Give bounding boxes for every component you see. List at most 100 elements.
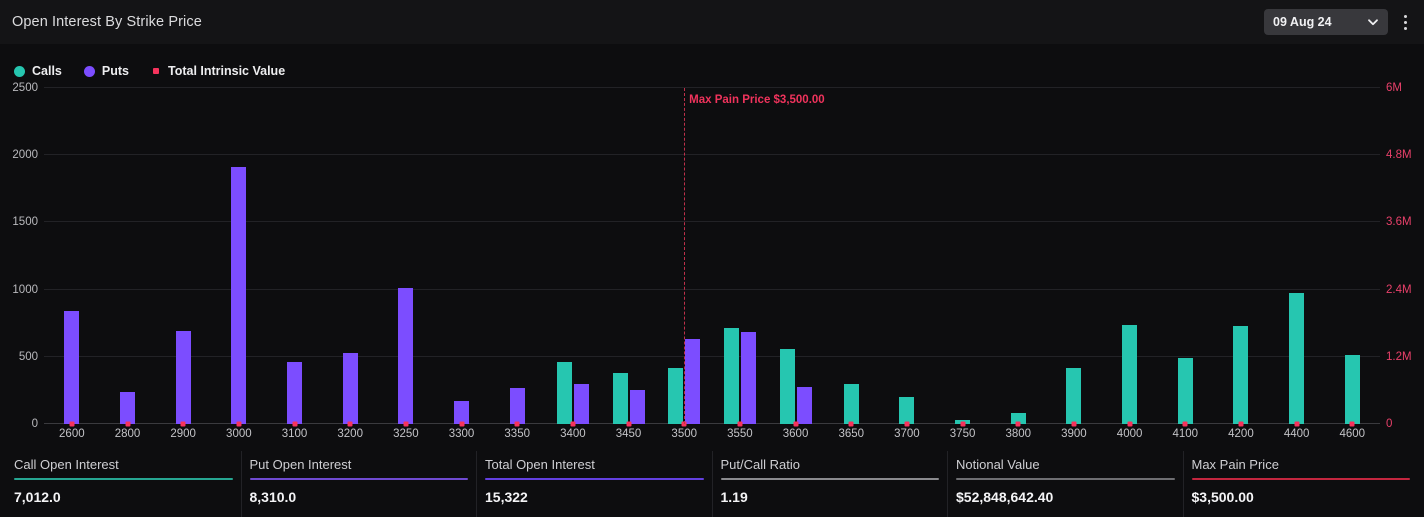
bar-group[interactable] (434, 88, 490, 424)
bar-calls[interactable] (780, 349, 795, 424)
stat-card: Total Open Interest15,322 (476, 451, 712, 517)
bar-group[interactable] (322, 88, 378, 424)
y-tick-left: 1000 (12, 284, 38, 296)
stat-rule (956, 478, 1175, 480)
stat-value: $52,848,642.40 (956, 489, 1175, 505)
bar-calls[interactable] (613, 373, 628, 424)
x-tick-label: 3000 (211, 428, 267, 448)
bar-puts[interactable] (287, 362, 302, 424)
bar-puts[interactable] (741, 332, 756, 424)
y-tick-left: 500 (19, 351, 38, 363)
bar-group[interactable] (935, 88, 991, 424)
x-tick-label: 4600 (1324, 428, 1380, 448)
bar-group[interactable] (990, 88, 1046, 424)
bar-group[interactable] (489, 88, 545, 424)
bar-group[interactable] (1157, 88, 1213, 424)
bar-group[interactable] (1213, 88, 1269, 424)
x-tick-label: 3100 (267, 428, 323, 448)
bar-calls[interactable] (668, 368, 683, 424)
bar-group[interactable] (1269, 88, 1325, 424)
stat-label: Call Open Interest (14, 457, 233, 472)
summary-stats: Call Open Interest7,012.0Put Open Intere… (0, 451, 1424, 517)
intrinsic-value-point (626, 422, 631, 427)
bar-group[interactable] (879, 88, 935, 424)
bar-group[interactable] (545, 88, 601, 424)
stat-label: Put/Call Ratio (721, 457, 940, 472)
x-tick-label: 4100 (1157, 428, 1213, 448)
bar-calls[interactable] (844, 384, 859, 424)
bar-puts[interactable] (231, 167, 246, 424)
bar-puts[interactable] (343, 353, 358, 424)
x-tick-label: 3450 (601, 428, 657, 448)
intrinsic-value-point (1350, 421, 1355, 426)
x-tick-label: 4200 (1213, 428, 1269, 448)
y-tick-left: 1500 (12, 216, 38, 228)
y-axis-left: 05001000150020002500 (0, 88, 44, 424)
bar-group[interactable] (1102, 88, 1158, 424)
intrinsic-value-point (181, 421, 186, 426)
bar-calls[interactable] (557, 362, 572, 424)
y-tick-right: 6M (1386, 82, 1402, 94)
bar-puts[interactable] (64, 311, 79, 424)
intrinsic-value-point (236, 421, 241, 426)
x-tick-label: 3550 (712, 428, 768, 448)
bar-calls[interactable] (1345, 355, 1360, 424)
kebab-menu-icon[interactable] (1394, 8, 1416, 36)
bar-group[interactable] (211, 88, 267, 424)
legend-label-calls: Calls (32, 64, 62, 78)
bar-group[interactable] (601, 88, 657, 424)
x-tick-label: 2800 (100, 428, 156, 448)
stat-card: Notional Value$52,848,642.40 (947, 451, 1183, 517)
stat-rule (14, 478, 233, 480)
legend-swatch-puts (84, 66, 95, 77)
bar-puts[interactable] (120, 392, 135, 424)
bar-group[interactable] (712, 88, 768, 424)
bar-calls[interactable] (1289, 293, 1304, 424)
stat-value: 7,012.0 (14, 489, 233, 505)
bar-group[interactable] (1046, 88, 1102, 424)
stat-value: $3,500.00 (1192, 489, 1411, 505)
legend-swatch-calls (14, 66, 25, 77)
bar-puts[interactable] (685, 339, 700, 424)
date-select[interactable]: 09 Aug 24 (1264, 9, 1388, 35)
y-tick-left: 0 (32, 418, 38, 430)
bar-calls[interactable] (1178, 358, 1193, 424)
x-tick-label: 2600 (44, 428, 100, 448)
stat-label: Total Open Interest (485, 457, 704, 472)
intrinsic-value-point (737, 422, 742, 427)
intrinsic-value-point (1127, 421, 1132, 426)
legend-item-calls[interactable]: Calls (14, 64, 62, 78)
bar-puts[interactable] (398, 288, 413, 424)
bar-group[interactable] (768, 88, 824, 424)
bar-group[interactable] (1324, 88, 1380, 424)
y-tick-right: 0 (1386, 418, 1392, 430)
x-tick-label: 4000 (1102, 428, 1158, 448)
intrinsic-value-point (960, 421, 965, 426)
bar-puts[interactable] (797, 387, 812, 424)
bar-calls[interactable] (1066, 368, 1081, 424)
x-tick-label: 2900 (155, 428, 211, 448)
intrinsic-value-point (570, 422, 575, 427)
bar-group[interactable] (155, 88, 211, 424)
y-tick-right: 2.4M (1386, 284, 1412, 296)
bar-group[interactable] (378, 88, 434, 424)
chevron-down-icon (1367, 16, 1379, 28)
chart-legend: Calls Puts Total Intrinsic Value (0, 56, 1424, 86)
x-tick-label: 3650 (823, 428, 879, 448)
legend-item-total-intrinsic-value[interactable]: Total Intrinsic Value (151, 64, 285, 78)
bar-puts[interactable] (630, 390, 645, 424)
bar-calls[interactable] (899, 397, 914, 424)
bar-group[interactable] (100, 88, 156, 424)
bar-calls[interactable] (724, 328, 739, 424)
y-tick-left: 2000 (12, 149, 38, 161)
bar-calls[interactable] (1122, 325, 1137, 424)
bar-puts[interactable] (176, 331, 191, 424)
bar-group[interactable] (44, 88, 100, 424)
bar-puts[interactable] (574, 384, 589, 424)
bar-group[interactable] (267, 88, 323, 424)
bar-group[interactable] (823, 88, 879, 424)
bar-puts[interactable] (510, 388, 525, 424)
legend-item-puts[interactable]: Puts (84, 64, 129, 78)
stat-rule (1192, 478, 1411, 480)
bar-calls[interactable] (1233, 326, 1248, 424)
